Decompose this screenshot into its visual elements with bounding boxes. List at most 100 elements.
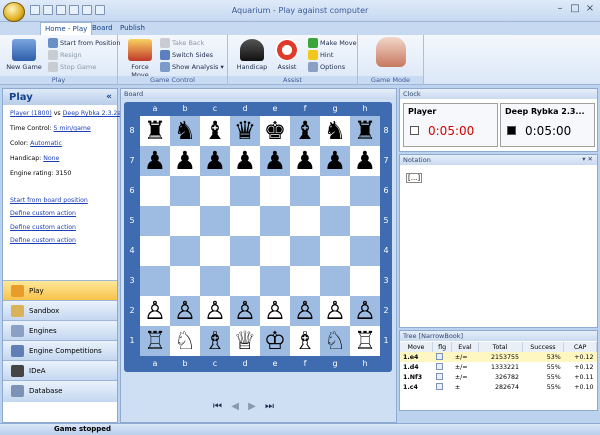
game-mode-button[interactable] bbox=[374, 37, 408, 69]
nav-database[interactable]: Database bbox=[3, 380, 117, 402]
notation-panel-controls-icon[interactable]: ▾ ✕ bbox=[582, 155, 593, 163]
square-d4[interactable] bbox=[230, 236, 260, 266]
square-a1[interactable]: ♖ bbox=[140, 326, 170, 356]
tab-board[interactable]: Board bbox=[88, 22, 117, 35]
custom-action-link-1[interactable]: Define custom action bbox=[10, 210, 76, 217]
square-f6[interactable] bbox=[290, 176, 320, 206]
nav-sandbox[interactable]: Sandbox bbox=[3, 300, 117, 320]
square-f4[interactable] bbox=[290, 236, 320, 266]
first-move-button[interactable]: ⏮ bbox=[213, 401, 222, 412]
options-button[interactable]: Options bbox=[308, 62, 345, 72]
square-c4[interactable] bbox=[200, 236, 230, 266]
square-h8[interactable]: ♜ bbox=[350, 116, 380, 146]
assist-button[interactable]: Assist bbox=[272, 39, 302, 71]
square-a5[interactable] bbox=[140, 206, 170, 236]
square-b7[interactable]: ♟ bbox=[170, 146, 200, 176]
custom-action-link-2[interactable]: Define custom action bbox=[10, 224, 76, 231]
square-g4[interactable] bbox=[320, 236, 350, 266]
square-d5[interactable] bbox=[230, 206, 260, 236]
square-h4[interactable] bbox=[350, 236, 380, 266]
square-f2[interactable]: ♙ bbox=[290, 296, 320, 326]
square-e4[interactable] bbox=[260, 236, 290, 266]
new-game-button[interactable]: New Game bbox=[6, 39, 42, 71]
make-move-button[interactable]: Make Move bbox=[308, 38, 357, 48]
square-d1[interactable]: ♕ bbox=[230, 326, 260, 356]
minimize-icon[interactable]: – bbox=[553, 3, 567, 15]
square-g1[interactable]: ♘ bbox=[320, 326, 350, 356]
square-c1[interactable]: ♗ bbox=[200, 326, 230, 356]
col-cap[interactable]: CAP bbox=[563, 342, 597, 352]
color-link[interactable]: Automatic bbox=[30, 140, 62, 147]
quick-save-icon[interactable] bbox=[56, 5, 66, 15]
previous-move-button[interactable]: ◀ bbox=[231, 401, 239, 412]
engine-link[interactable]: Deep Rybka 2.3.2a x bbox=[63, 110, 127, 117]
square-f5[interactable] bbox=[290, 206, 320, 236]
quick-redo-icon[interactable] bbox=[95, 5, 105, 15]
player-link[interactable]: Player (1800) bbox=[10, 110, 52, 117]
start-from-position-button[interactable]: Start from Position bbox=[48, 38, 120, 48]
square-b2[interactable]: ♙ bbox=[170, 296, 200, 326]
square-b5[interactable] bbox=[170, 206, 200, 236]
tree-row[interactable]: 1.e4 ±/= 2153755 53% +0.12 bbox=[400, 352, 597, 362]
square-c6[interactable] bbox=[200, 176, 230, 206]
custom-action-link-3[interactable]: Define custom action bbox=[10, 237, 76, 244]
square-e5[interactable] bbox=[260, 206, 290, 236]
tab-publish[interactable]: Publish bbox=[116, 22, 149, 35]
switch-sides-button[interactable]: Switch Sides bbox=[160, 50, 213, 60]
start-from-board-link[interactable]: Start from board position bbox=[10, 197, 88, 204]
square-f1[interactable]: ♗ bbox=[290, 326, 320, 356]
square-c7[interactable]: ♟ bbox=[200, 146, 230, 176]
quick-open-icon[interactable] bbox=[43, 5, 53, 15]
square-h7[interactable]: ♟ bbox=[350, 146, 380, 176]
take-back-button[interactable]: Take Back bbox=[160, 38, 204, 48]
square-c2[interactable]: ♙ bbox=[200, 296, 230, 326]
square-g7[interactable]: ♟ bbox=[320, 146, 350, 176]
nav-engines[interactable]: Engines bbox=[3, 320, 117, 340]
resign-button[interactable]: Resign bbox=[48, 50, 82, 60]
square-e1[interactable]: ♔ bbox=[260, 326, 290, 356]
square-f7[interactable]: ♟ bbox=[290, 146, 320, 176]
square-f8[interactable]: ♝ bbox=[290, 116, 320, 146]
next-move-button[interactable]: ▶ bbox=[248, 401, 256, 412]
square-a6[interactable] bbox=[140, 176, 170, 206]
square-g5[interactable] bbox=[320, 206, 350, 236]
square-e8[interactable]: ♚ bbox=[260, 116, 290, 146]
close-icon[interactable]: × bbox=[583, 3, 597, 15]
square-a4[interactable] bbox=[140, 236, 170, 266]
quick-print-icon[interactable] bbox=[69, 5, 79, 15]
square-a7[interactable]: ♟ bbox=[140, 146, 170, 176]
force-move-button[interactable]: Force Move bbox=[122, 39, 158, 79]
square-e2[interactable]: ♙ bbox=[260, 296, 290, 326]
quick-new-icon[interactable] bbox=[30, 5, 40, 15]
flag-box[interactable] bbox=[435, 362, 443, 370]
square-g2[interactable]: ♙ bbox=[320, 296, 350, 326]
square-e6[interactable] bbox=[260, 176, 290, 206]
square-b3[interactable] bbox=[170, 266, 200, 296]
time-control-link[interactable]: 5 min/game bbox=[54, 125, 91, 132]
square-h2[interactable]: ♙ bbox=[350, 296, 380, 326]
square-h6[interactable] bbox=[350, 176, 380, 206]
square-g3[interactable] bbox=[320, 266, 350, 296]
col-move[interactable]: Move bbox=[400, 342, 433, 352]
stop-game-button[interactable]: Stop Game bbox=[48, 62, 96, 72]
square-c3[interactable] bbox=[200, 266, 230, 296]
square-b8[interactable]: ♞ bbox=[170, 116, 200, 146]
col-flag[interactable]: flg bbox=[432, 342, 453, 352]
square-e7[interactable]: ♟ bbox=[260, 146, 290, 176]
square-d3[interactable] bbox=[230, 266, 260, 296]
square-d2[interactable]: ♙ bbox=[230, 296, 260, 326]
chess-board[interactable]: ♜ ♞ ♝ ♛ ♚ ♝ ♞ ♜ ♟ ♟ ♟ ♟ ♟ ♟ ♟ ♟ ♙ ♙ ♙ ♙ ♙ ♙ ♙ ♙ ♖ ♘ ♗ ♕ ♔ ♗ ♘ ♖ bbox=[140, 116, 380, 356]
flag-box[interactable] bbox=[435, 382, 443, 390]
square-a3[interactable] bbox=[140, 266, 170, 296]
square-d7[interactable]: ♟ bbox=[230, 146, 260, 176]
maximize-icon[interactable]: □ bbox=[568, 3, 582, 15]
square-b1[interactable]: ♘ bbox=[170, 326, 200, 356]
square-d8[interactable]: ♛ bbox=[230, 116, 260, 146]
square-h5[interactable] bbox=[350, 206, 380, 236]
square-f3[interactable] bbox=[290, 266, 320, 296]
last-move-button[interactable]: ⏭ bbox=[265, 401, 274, 412]
nav-play[interactable]: Play bbox=[3, 280, 117, 300]
show-analysis-button[interactable]: Show Analysis ▾ bbox=[160, 62, 224, 72]
square-c5[interactable] bbox=[200, 206, 230, 236]
flag-box[interactable] bbox=[435, 372, 443, 380]
